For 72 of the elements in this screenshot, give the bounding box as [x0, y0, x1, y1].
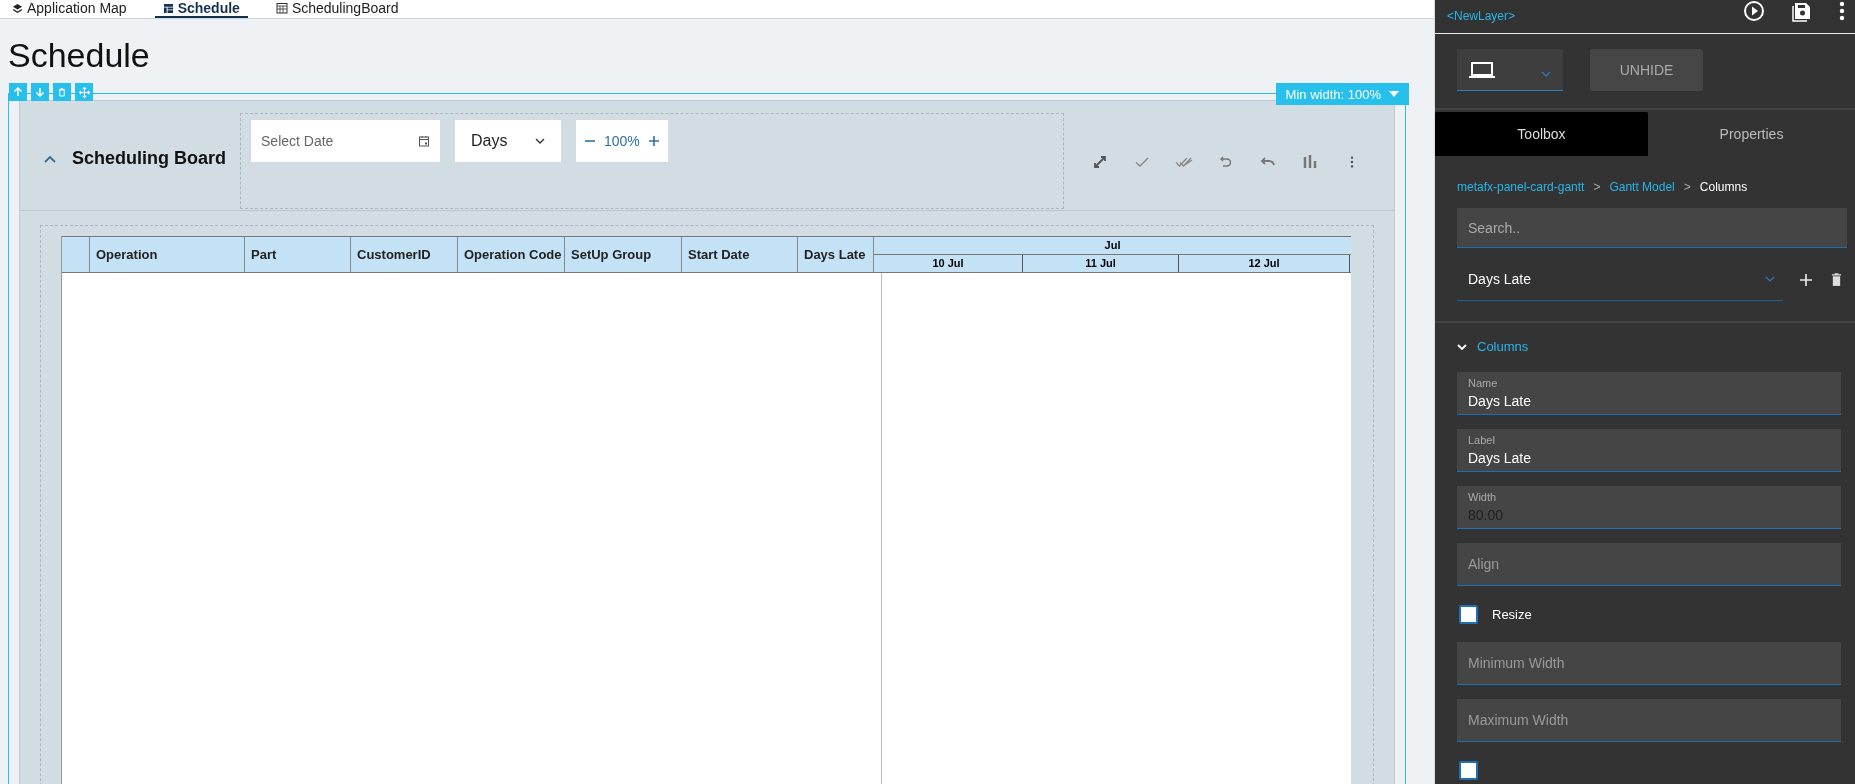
timeline-month: Jul: [874, 237, 1351, 255]
plus-icon: [647, 135, 660, 147]
section-header[interactable]: Columns: [1435, 323, 1551, 372]
breadcrumb-item[interactable]: Columns: [1699, 180, 1748, 195]
panel-tab[interactable]: Properties: [1648, 112, 1855, 157]
card-title: Scheduling Board: [72, 148, 226, 169]
move-up-button[interactable]: [9, 83, 27, 101]
device-select[interactable]: [1457, 49, 1563, 92]
text-field[interactable]: Align: [1457, 543, 1841, 586]
delete-button[interactable]: [1829, 272, 1843, 287]
layers-icon: [12, 2, 23, 14]
text-field[interactable]: Maximum Width: [1457, 699, 1841, 742]
calendar-grid-icon: [275, 2, 288, 14]
zoom-value: 100%: [604, 133, 640, 149]
date-field[interactable]: Select Date: [251, 120, 440, 162]
page-tab[interactable]: Application Map: [4, 0, 135, 18]
move-down-button[interactable]: [31, 83, 49, 101]
unhide-button[interactable]: UNHIDE: [1590, 49, 1703, 92]
column-header[interactable]: Days Late: [798, 237, 874, 272]
column-header[interactable]: Start Date: [682, 237, 798, 272]
checkbox[interactable]: [1459, 760, 1478, 780]
view-select[interactable]: Days: [455, 120, 561, 162]
column-header[interactable]: Part: [245, 237, 351, 272]
column-header[interactable]: SetUp Group: [565, 237, 682, 272]
column-header[interactable]: CustomerID: [351, 237, 458, 272]
breadcrumb-separator: >: [1593, 180, 1601, 195]
timeline-day: 11 Jul: [1023, 255, 1179, 272]
field-label: Label: [1468, 434, 1495, 446]
trash-icon: [1830, 273, 1842, 286]
chevron-down-icon: [1765, 276, 1776, 282]
table-icon: [162, 2, 174, 14]
bar-chart-icon: [1302, 153, 1318, 170]
field-label: Name: [1468, 377, 1498, 389]
add-button[interactable]: [1799, 272, 1814, 287]
column-header[interactable]: Operation: [90, 237, 245, 272]
chevron-down-icon: [1541, 70, 1551, 77]
text-field[interactable]: Minimum Width: [1457, 642, 1841, 685]
caret-down-icon: [1389, 91, 1399, 97]
vertical-dots-icon: [1350, 154, 1354, 169]
play-icon: [1743, 0, 1765, 22]
checkbox[interactable]: [1459, 604, 1478, 624]
calendar-icon: [418, 135, 430, 147]
page-tab[interactable]: SchedulingBoard: [267, 0, 407, 18]
column-header[interactable]: Operation Code: [458, 237, 565, 272]
chevron-icon: [1457, 343, 1467, 350]
chevron-icon: [44, 154, 56, 163]
expand-arrows-icon: [1092, 153, 1108, 170]
timeline-day: 10 Jul: [874, 255, 1023, 272]
vertical-dots-icon: [1839, 0, 1845, 22]
layer-link[interactable]: <NewLayer>: [1447, 9, 1516, 24]
play-button[interactable]: [1743, 0, 1765, 22]
checkbox-label: Resize: [1492, 606, 1532, 622]
page-title: Schedule: [8, 35, 150, 75]
panel-tab[interactable]: Toolbox: [1435, 112, 1648, 157]
drag-move-button[interactable]: [75, 83, 93, 101]
plus-icon: [1800, 273, 1813, 286]
more-menu-button[interactable]: [1839, 0, 1845, 22]
arrow-up-icon: [13, 87, 23, 97]
page-tab[interactable]: Schedule: [154, 0, 248, 18]
column-select[interactable]: Days Late: [1457, 258, 1784, 301]
laptop-icon: [1469, 61, 1495, 78]
breadcrumb-separator: >: [1683, 180, 1691, 195]
chevron-down-icon: [535, 138, 545, 144]
arrow-down-icon: [35, 87, 45, 97]
timeline-day: 12 Jul: [1179, 255, 1350, 272]
trash-icon: [57, 87, 67, 97]
field-label: Width: [1468, 491, 1497, 503]
breadcrumb-item[interactable]: metafx-panel-card-gantt: [1457, 180, 1585, 195]
save-button[interactable]: [1791, 0, 1813, 22]
search-field[interactable]: Search..: [1457, 208, 1847, 248]
move-arrows-icon: [78, 86, 90, 98]
breadcrumb-item[interactable]: Gantt Model: [1609, 180, 1675, 195]
